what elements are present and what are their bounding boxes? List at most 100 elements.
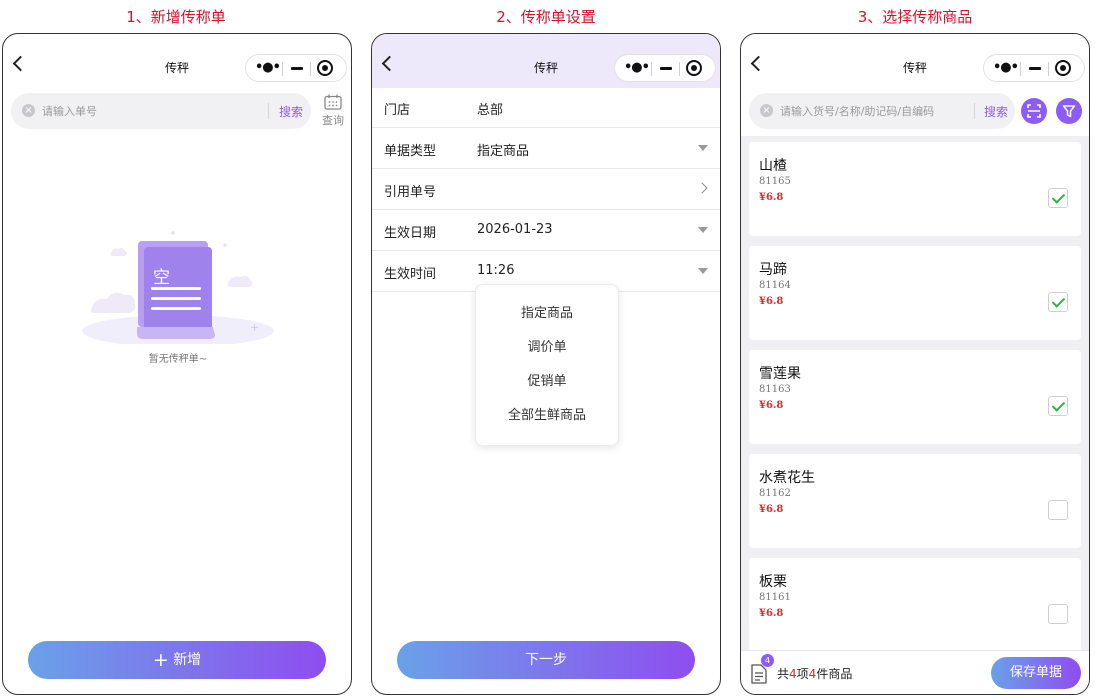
capsule-divider <box>651 62 652 76</box>
summary-mid: 项 <box>796 667 809 681</box>
capsule-divider <box>1048 62 1049 76</box>
product-code: 81164 <box>759 280 791 291</box>
form-row-effective-date[interactable]: 生效日期 2026-01-23 <box>372 210 720 251</box>
product-code: 81161 <box>759 592 791 603</box>
product-price: ¥6.8 <box>759 400 784 411</box>
product-checkbox[interactable] <box>1048 604 1068 624</box>
selected-list-button[interactable]: 4 <box>749 654 774 685</box>
summary-item-count: 4 <box>789 667 797 681</box>
scan-icon <box>1027 104 1041 118</box>
nav-bar: 传秤 •●• <box>741 34 1089 92</box>
form-label: 门店 <box>384 103 411 118</box>
mini-program-capsule: •●• <box>983 54 1085 82</box>
effective-date-picker[interactable]: 2026-01-23 <box>477 222 553 237</box>
scan-button[interactable] <box>1021 98 1047 124</box>
document-type-dropdown-menu: 指定商品 调价单 促销单 全部生鲜商品 <box>475 284 619 446</box>
add-button[interactable]: + 新增 <box>28 641 326 679</box>
dropdown-option[interactable]: 调价单 <box>476 331 618 365</box>
selected-count-badge: 4 <box>761 654 774 667</box>
product-price: ¥6.8 <box>759 296 784 307</box>
product-card[interactable]: 雪莲果 81163 ¥6.8 <box>749 350 1081 444</box>
form-row-document-type[interactable]: 单据类型 指定商品 <box>372 128 720 169</box>
minimize-icon[interactable] <box>291 67 303 70</box>
product-checkbox[interactable] <box>1048 292 1068 312</box>
search-button[interactable]: 搜索 <box>984 103 1008 120</box>
query-button[interactable]: 查询 <box>319 94 347 128</box>
product-name: 水煮花生 <box>759 470 815 486</box>
search-button[interactable]: 搜索 <box>279 103 303 120</box>
close-mini-program-icon[interactable] <box>1055 60 1071 76</box>
search-input[interactable]: 请输入单号 <box>42 103 97 119</box>
product-code: 81165 <box>759 176 791 187</box>
dropdown-arrow-icon[interactable] <box>698 227 708 233</box>
form-label: 生效日期 <box>384 226 437 241</box>
capsule-divider <box>679 62 680 76</box>
product-card[interactable]: 马蹄 81164 ¥6.8 <box>749 246 1081 340</box>
dropdown-arrow-icon[interactable] <box>698 145 708 151</box>
form-label: 单据类型 <box>384 144 437 159</box>
calendar-icon <box>324 94 342 110</box>
query-label: 查询 <box>322 114 344 127</box>
close-mini-program-icon[interactable] <box>686 60 702 76</box>
product-checkbox[interactable] <box>1048 500 1068 520</box>
document-type-select[interactable]: 指定商品 <box>477 140 529 159</box>
empty-document-illustration: + <box>82 231 274 344</box>
capsule-divider <box>310 62 311 76</box>
more-icon[interactable]: •●• <box>255 59 281 77</box>
product-name: 板栗 <box>759 574 787 590</box>
chevron-right-icon[interactable] <box>696 182 708 194</box>
phone-screen-select-products: 传秤 •●• × 请输入货号/名称/助记码/自编码 搜索 山楂 81165 ¥6… <box>740 33 1090 695</box>
clear-icon[interactable]: × <box>22 104 35 117</box>
clear-icon[interactable]: × <box>760 104 773 117</box>
dropdown-option[interactable]: 促销单 <box>476 365 618 399</box>
search-bar: × 请输入单号 搜索 <box>11 93 311 129</box>
effective-time-picker[interactable]: 11:26 <box>477 263 514 278</box>
product-price: ¥6.8 <box>759 504 784 515</box>
dropdown-option[interactable]: 全部生鲜商品 <box>476 399 618 433</box>
minimize-icon[interactable] <box>660 67 672 70</box>
phone-screen-new-list: 传秤 •●• × 请输入单号 搜索 查询 + 空 暂无传秤单~ + 新增 <box>2 33 352 695</box>
search-divider <box>268 103 269 119</box>
phone-screen-settings: 传秤 •●• 门店 总部 单据类型 指定商品 引用单号 生效日期 2026-01… <box>371 33 721 695</box>
plus-icon: + <box>152 649 169 671</box>
save-document-button[interactable]: 保存单据 <box>991 657 1081 689</box>
product-price: ¥6.8 <box>759 192 784 203</box>
empty-document-glyph: 空 <box>153 268 170 288</box>
step-2-title: 2、传称单设置 <box>496 8 596 26</box>
form-label: 生效时间 <box>384 267 437 282</box>
product-code: 81162 <box>759 488 791 499</box>
form-row-reference-number[interactable]: 引用单号 <box>372 169 720 210</box>
search-divider <box>974 103 975 119</box>
product-checkbox[interactable] <box>1048 396 1068 416</box>
close-mini-program-icon[interactable] <box>317 60 333 76</box>
summary-prefix: 共 <box>777 667 790 681</box>
capsule-divider <box>282 62 283 76</box>
product-checkbox[interactable] <box>1048 188 1068 208</box>
summary-suffix: 件商品 <box>816 667 853 681</box>
more-icon[interactable]: •●• <box>624 59 650 77</box>
product-card[interactable]: 山楂 81165 ¥6.8 <box>749 142 1081 236</box>
mini-program-capsule: •●• <box>614 54 716 82</box>
product-card[interactable]: 水煮花生 81162 ¥6.8 <box>749 454 1081 548</box>
step-3-title: 3、选择传称商品 <box>857 8 973 26</box>
product-name: 马蹄 <box>759 262 787 278</box>
filter-icon <box>1062 105 1076 118</box>
form-row-store: 门店 总部 <box>372 87 720 128</box>
next-step-label: 下一步 <box>525 652 567 668</box>
more-icon[interactable]: •●• <box>993 59 1019 77</box>
dropdown-option[interactable]: 指定商品 <box>476 297 618 331</box>
product-card[interactable]: 板栗 81161 ¥6.8 <box>749 558 1081 652</box>
product-name: 雪莲果 <box>759 366 801 382</box>
product-code: 81163 <box>759 384 791 395</box>
filter-button[interactable] <box>1056 98 1082 124</box>
search-input[interactable]: 请输入货号/名称/助记码/自编码 <box>780 103 934 119</box>
store-value: 总部 <box>477 103 504 118</box>
minimize-icon[interactable] <box>1029 67 1041 70</box>
next-step-button[interactable]: 下一步 <box>397 641 695 679</box>
empty-state: + 空 暂无传秤单~ <box>63 229 293 369</box>
dropdown-arrow-icon[interactable] <box>698 268 708 274</box>
nav-bar: 传秤 •●• <box>3 34 351 88</box>
selected-summary: 共4项4件商品 <box>777 665 852 682</box>
svg-text:+: + <box>250 321 259 334</box>
capsule-divider <box>1020 62 1021 76</box>
